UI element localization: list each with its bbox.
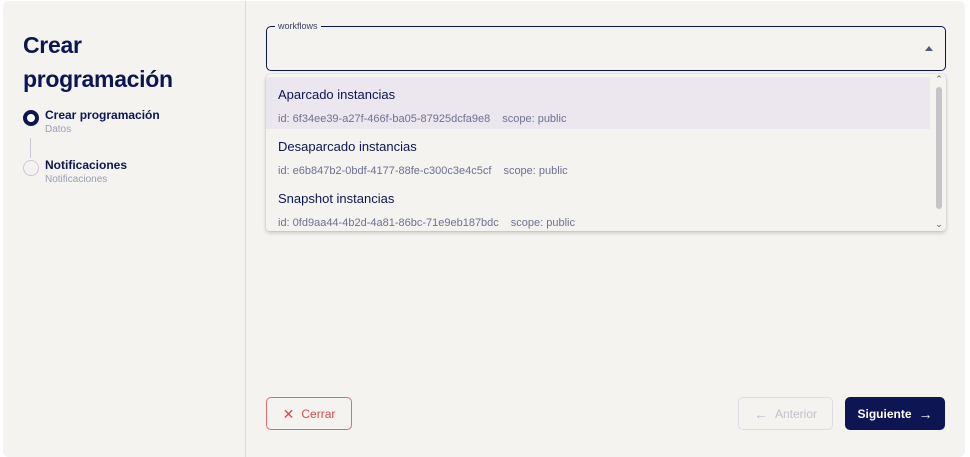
step-connector — [30, 138, 31, 158]
step-label: Notificaciones — [45, 158, 128, 172]
previous-button[interactable]: ← Anterior — [738, 397, 833, 430]
option-meta: id: 6f34ee39-a27f-466f-ba05-87925dcfa9e8… — [278, 113, 566, 125]
close-icon: ✕ — [282, 405, 295, 422]
create-schedule-dialog: Crear programación Crear programación Da… — [3, 1, 965, 457]
step-label: Crear programación — [45, 108, 160, 122]
list-item[interactable]: Desaparcado instancias id: e6b847b2-0bdf… — [266, 129, 930, 181]
step-inactive-icon — [23, 160, 39, 176]
arrow-right-icon: → — [918, 405, 933, 422]
option-scope: scope: public — [510, 217, 576, 229]
option-meta: id: e6b847b2-0bdf-4177-88fe-c300c3e4c5cf… — [278, 165, 568, 177]
scroll-down-icon[interactable]: ⌄ — [935, 220, 943, 229]
next-button[interactable]: Siguiente → — [845, 397, 945, 430]
arrow-left-icon: ← — [753, 405, 768, 422]
workflows-select-label: workflows — [275, 19, 321, 33]
scrollbar-thumb[interactable] — [936, 87, 942, 209]
dropdown-scrollbar[interactable]: ⌃ ⌄ — [932, 74, 946, 231]
stepper-panel: Crear programación Crear programación Da… — [3, 1, 246, 457]
workflows-select[interactable]: workflows — [266, 19, 946, 71]
step-sublabel: Datos — [45, 124, 72, 135]
next-button-label: Siguiente — [857, 406, 912, 421]
previous-button-label: Anterior — [774, 406, 818, 421]
option-title: Desaparcado instancias — [278, 139, 417, 154]
page-title: Crear programación — [23, 32, 173, 92]
option-meta: id: 0fd9aa44-4b2d-4a81-86bc-71e9eb187bdc… — [278, 217, 575, 229]
close-button-label: Cerrar — [301, 406, 336, 421]
close-button[interactable]: ✕ Cerrar — [266, 397, 352, 430]
option-title: Snapshot instancias — [278, 191, 395, 206]
list-item[interactable]: Snapshot instancias id: 0fd9aa44-4b2d-4a… — [266, 181, 930, 231]
option-id: id: 0fd9aa44-4b2d-4a81-86bc-71e9eb187bdc — [278, 217, 499, 229]
option-scope: scope: public — [503, 165, 568, 177]
option-title: Aparcado instancias — [278, 87, 396, 102]
option-id: id: 6f34ee39-a27f-466f-ba05-87925dcfa9e8 — [278, 113, 491, 125]
option-scope: scope: public — [502, 113, 567, 125]
option-id: id: e6b847b2-0bdf-4177-88fe-c300c3e4c5cf — [278, 165, 492, 177]
step-sublabel: Notificaciones — [45, 174, 108, 185]
list-item[interactable]: Aparcado instancias id: 6f34ee39-a27f-46… — [266, 77, 930, 129]
caret-up-icon[interactable] — [925, 46, 933, 51]
step-active-icon — [23, 110, 39, 126]
workflows-dropdown-list: Aparcado instancias id: 6f34ee39-a27f-46… — [266, 74, 946, 231]
scroll-up-icon[interactable]: ⌃ — [935, 75, 943, 84]
